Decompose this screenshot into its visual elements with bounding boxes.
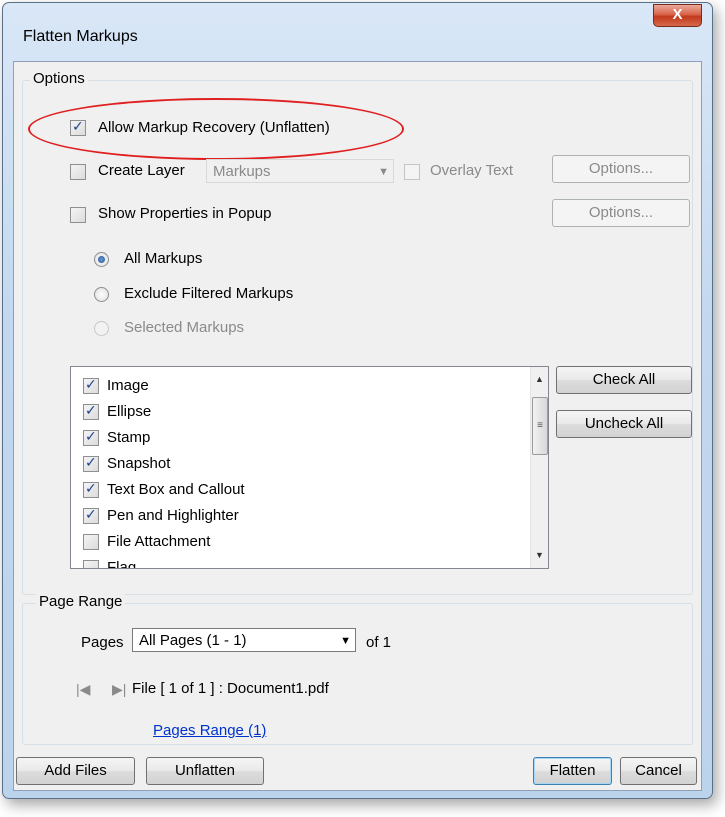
list-item-label: Stamp	[107, 429, 151, 446]
list-scrollbar[interactable]: ▲ ≡ ▼	[530, 367, 548, 568]
pages-label: Pages	[81, 634, 124, 651]
list-item-checkbox[interactable]	[83, 506, 99, 524]
list-item-checkbox[interactable]	[83, 480, 99, 498]
list-item-checkbox[interactable]	[83, 402, 99, 420]
pages-combo[interactable]: All Pages (1 - 1) ▼	[132, 628, 356, 652]
allow-recovery-label: Allow Markup Recovery (Unflatten)	[98, 119, 330, 136]
cancel-button[interactable]: Cancel	[620, 757, 697, 785]
scroll-thumb[interactable]: ≡	[532, 397, 548, 455]
properties-options-button[interactable]: Options...	[552, 199, 690, 227]
layer-name-combo[interactable]: Markups ▼	[206, 159, 394, 183]
layer-options-button[interactable]: Options...	[552, 155, 690, 183]
create-layer-label: Create Layer	[98, 162, 185, 179]
list-item-label: Snapshot	[107, 455, 171, 472]
dialog-client-area: Options Allow Markup Recovery (Unflatten…	[13, 61, 702, 791]
options-legend: Options	[30, 70, 88, 87]
list-item-checkbox[interactable]	[83, 560, 99, 568]
list-item[interactable]: Flag	[83, 555, 513, 569]
list-item-checkbox[interactable]	[83, 534, 99, 550]
show-properties-checkbox[interactable]	[70, 207, 86, 223]
markup-types-list[interactable]: Image Ellipse Stamp Snapshot Text Box an…	[70, 366, 549, 569]
unflatten-button[interactable]: Unflatten	[146, 757, 264, 785]
list-item[interactable]: Text Box and Callout	[83, 477, 513, 503]
file-indicator: File [ 1 of 1 ] : Document1.pdf	[132, 680, 329, 697]
exclude-filtered-label: Exclude Filtered Markups	[124, 285, 294, 302]
show-properties-label: Show Properties in Popup	[98, 205, 272, 222]
title-bar[interactable]: Flatten Markups X	[3, 3, 712, 61]
flatten-markups-dialog: Flatten Markups X Options Allow Markup R…	[2, 2, 713, 799]
list-item-label: Pen and Highlighter	[107, 507, 239, 524]
selected-markups-radio[interactable]	[94, 321, 109, 336]
layer-name-value: Markups	[213, 163, 271, 180]
overlay-text-label: Overlay Text	[430, 162, 514, 179]
scroll-up-icon[interactable]: ▲	[531, 371, 548, 388]
pages-of-count: of 1	[366, 634, 392, 651]
list-item-checkbox[interactable]	[83, 428, 99, 446]
exclude-filtered-radio[interactable]	[94, 287, 109, 302]
scroll-down-icon[interactable]: ▼	[531, 547, 548, 564]
close-button[interactable]: X	[653, 4, 702, 27]
overlay-text-checkbox[interactable]	[404, 164, 420, 180]
chevron-down-icon: ▼	[340, 635, 351, 647]
list-item[interactable]: Stamp	[83, 425, 513, 451]
all-markups-radio[interactable]	[94, 252, 109, 267]
list-item-label: Image	[107, 377, 149, 394]
list-item-label: Ellipse	[107, 403, 152, 420]
list-item[interactable]: Pen and Highlighter	[83, 503, 513, 529]
check-all-button[interactable]: Check All	[556, 366, 692, 394]
page-range-legend: Page Range	[36, 593, 126, 610]
list-item-checkbox[interactable]	[83, 376, 99, 394]
list-item-checkbox[interactable]	[83, 454, 99, 472]
chevron-down-icon: ▼	[378, 166, 389, 178]
page-range-group	[22, 603, 693, 745]
list-item-label: Text Box and Callout	[107, 481, 245, 498]
last-file-icon[interactable]: ▶|	[112, 681, 126, 698]
list-item[interactable]: Image	[83, 373, 513, 399]
list-item[interactable]: File Attachment	[83, 529, 513, 555]
list-item-label: Flag	[107, 559, 137, 569]
all-markups-label: All Markups	[124, 250, 203, 267]
list-item[interactable]: Snapshot	[83, 451, 513, 477]
add-files-button[interactable]: Add Files	[16, 757, 135, 785]
first-file-icon[interactable]: |◀	[76, 681, 90, 698]
pages-value: All Pages (1 - 1)	[139, 632, 247, 649]
uncheck-all-button[interactable]: Uncheck All	[556, 410, 692, 438]
create-layer-checkbox[interactable]	[70, 164, 86, 180]
list-item-label: File Attachment	[107, 533, 211, 550]
list-item[interactable]: Ellipse	[83, 399, 513, 425]
allow-recovery-checkbox[interactable]	[70, 118, 86, 136]
dialog-title: Flatten Markups	[23, 28, 138, 45]
selected-markups-label: Selected Markups	[124, 319, 245, 336]
pages-range-link[interactable]: Pages Range (1)	[153, 722, 266, 739]
flatten-button[interactable]: Flatten	[533, 757, 612, 785]
